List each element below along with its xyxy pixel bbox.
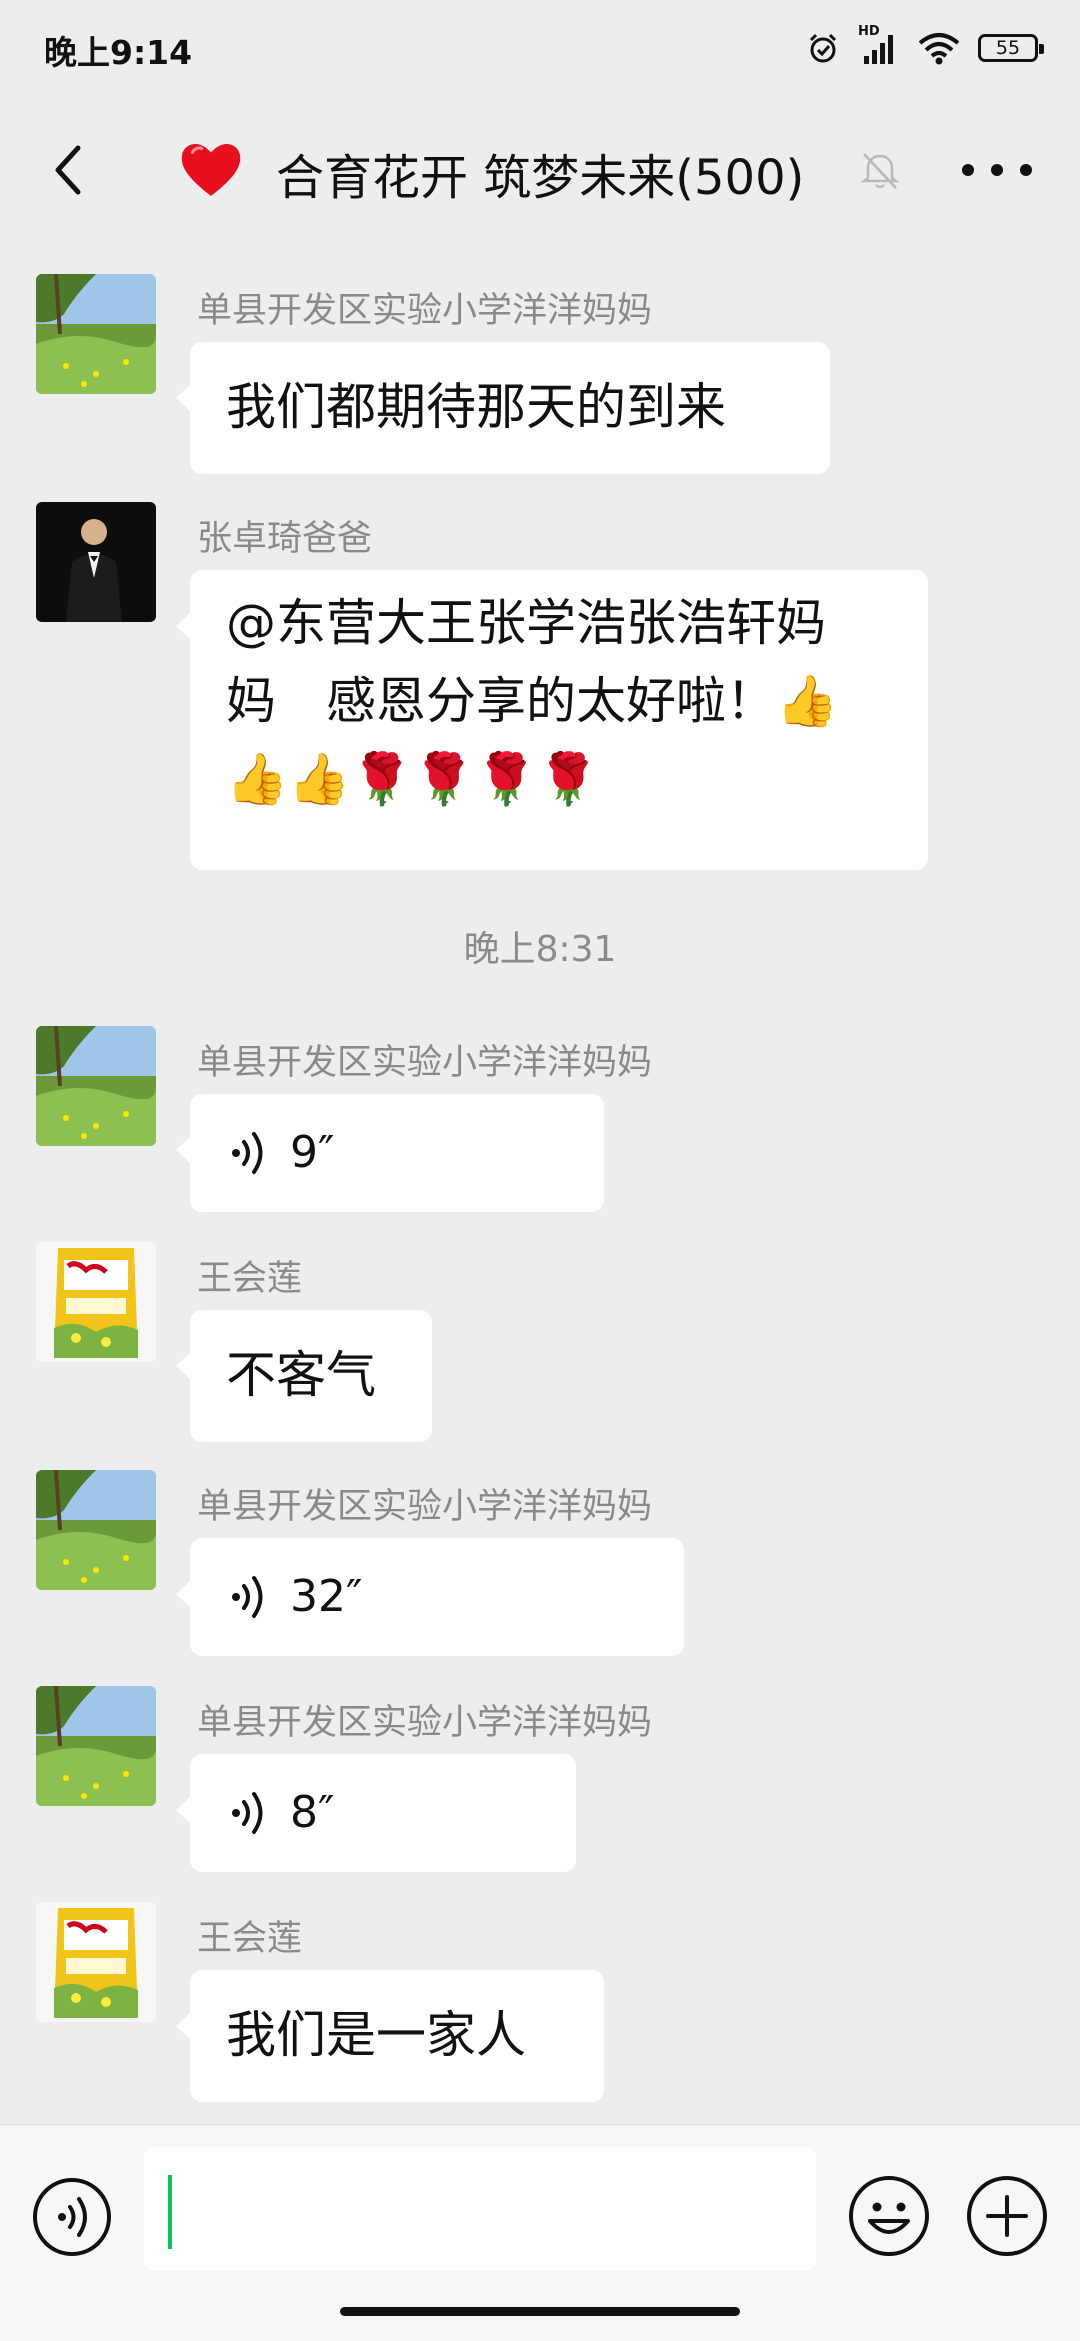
sender-name: 单县开发区实验小学洋洋妈妈	[197, 1487, 653, 1527]
avatar[interactable]	[36, 1026, 156, 1146]
voice-duration: 8″	[290, 1787, 335, 1838]
alarm-icon	[809, 33, 837, 63]
avatar[interactable]	[36, 1902, 156, 2022]
message-bubble[interactable]: 我们都期待那天的到来	[176, 342, 830, 474]
message-input[interactable]	[144, 2147, 816, 2271]
sender-name: 单县开发区实验小学洋洋妈妈	[197, 291, 653, 331]
voice-wave-icon	[232, 1576, 263, 1618]
avatar[interactable]	[36, 1470, 156, 1590]
battery-icon: 55	[978, 34, 1044, 62]
voice-message-bubble[interactable]: 32″	[176, 1538, 684, 1656]
message-bubble[interactable]: 我们是一家人	[176, 1970, 604, 2102]
avatar[interactable]	[36, 502, 156, 622]
signal-icon: HD	[858, 24, 900, 66]
voice-message-bubble[interactable]: 8″	[176, 1754, 576, 1872]
message-bubble[interactable]: 不客气	[176, 1310, 432, 1442]
status-bar: 晚上9:14 HD 55	[0, 0, 1080, 96]
more-button[interactable]	[962, 140, 1032, 200]
heart-icon	[181, 144, 241, 196]
avatar[interactable]	[36, 1686, 156, 1806]
status-time: 晚上9:14	[44, 33, 193, 72]
mute-icon	[860, 153, 900, 189]
message-text-line: 妈 感恩分享的太好啦！👍	[226, 672, 839, 730]
chat-header: 合育花开 筑梦未来(500)	[0, 110, 1080, 230]
sender-name: 王会莲	[197, 1259, 303, 1299]
message-bubble[interactable]: @东营大王张学浩张浩轩妈 妈 感恩分享的太好啦！👍 👍👍🌹🌹🌹🌹	[176, 570, 928, 870]
sender-name: 单县开发区实验小学洋洋妈妈	[197, 1043, 653, 1083]
message-text: 我们是一家人	[226, 2006, 526, 2064]
more-dot	[962, 164, 974, 176]
voice-input-icon[interactable]	[32, 2177, 112, 2257]
sender-name: 单县开发区实验小学洋洋妈妈	[197, 1703, 653, 1743]
avatar[interactable]	[36, 274, 156, 394]
chat-message-list[interactable]: 单县开发区实验小学洋洋妈妈 我们都期待那天的到来 张卓琦爸爸 @东营大王张学浩张…	[0, 240, 1080, 2130]
message-text-line: 👍👍🌹🌹🌹🌹	[226, 750, 600, 808]
chat-title[interactable]: 合育花开 筑梦未来(500)	[276, 138, 804, 208]
sender-name: 王会莲	[197, 1919, 303, 1959]
voice-duration: 9″	[290, 1127, 335, 1178]
emoji-icon[interactable]	[848, 2175, 930, 2257]
avatar[interactable]	[36, 1242, 156, 1362]
status-icons: HD 55	[806, 24, 1044, 72]
back-icon[interactable]	[38, 138, 102, 202]
sender-name: 张卓琦爸爸	[197, 519, 373, 559]
message-text: 我们都期待那天的到来	[226, 378, 726, 436]
wifi-icon	[918, 33, 960, 65]
voice-wave-icon	[232, 1132, 263, 1174]
timestamp: 晚上8:31	[463, 929, 617, 970]
voice-wave-icon	[232, 1792, 263, 1834]
more-dot	[1020, 164, 1032, 176]
text-cursor	[168, 2175, 172, 2249]
plus-icon[interactable]	[966, 2175, 1048, 2257]
message-text-line: @东营大王张学浩张浩轩妈	[226, 594, 826, 652]
home-indicator[interactable]	[340, 2307, 740, 2316]
message-text: 不客气	[226, 1346, 376, 1404]
voice-duration: 32″	[290, 1571, 363, 1622]
more-dot	[991, 164, 1003, 176]
voice-message-bubble[interactable]: 9″	[176, 1094, 604, 1212]
